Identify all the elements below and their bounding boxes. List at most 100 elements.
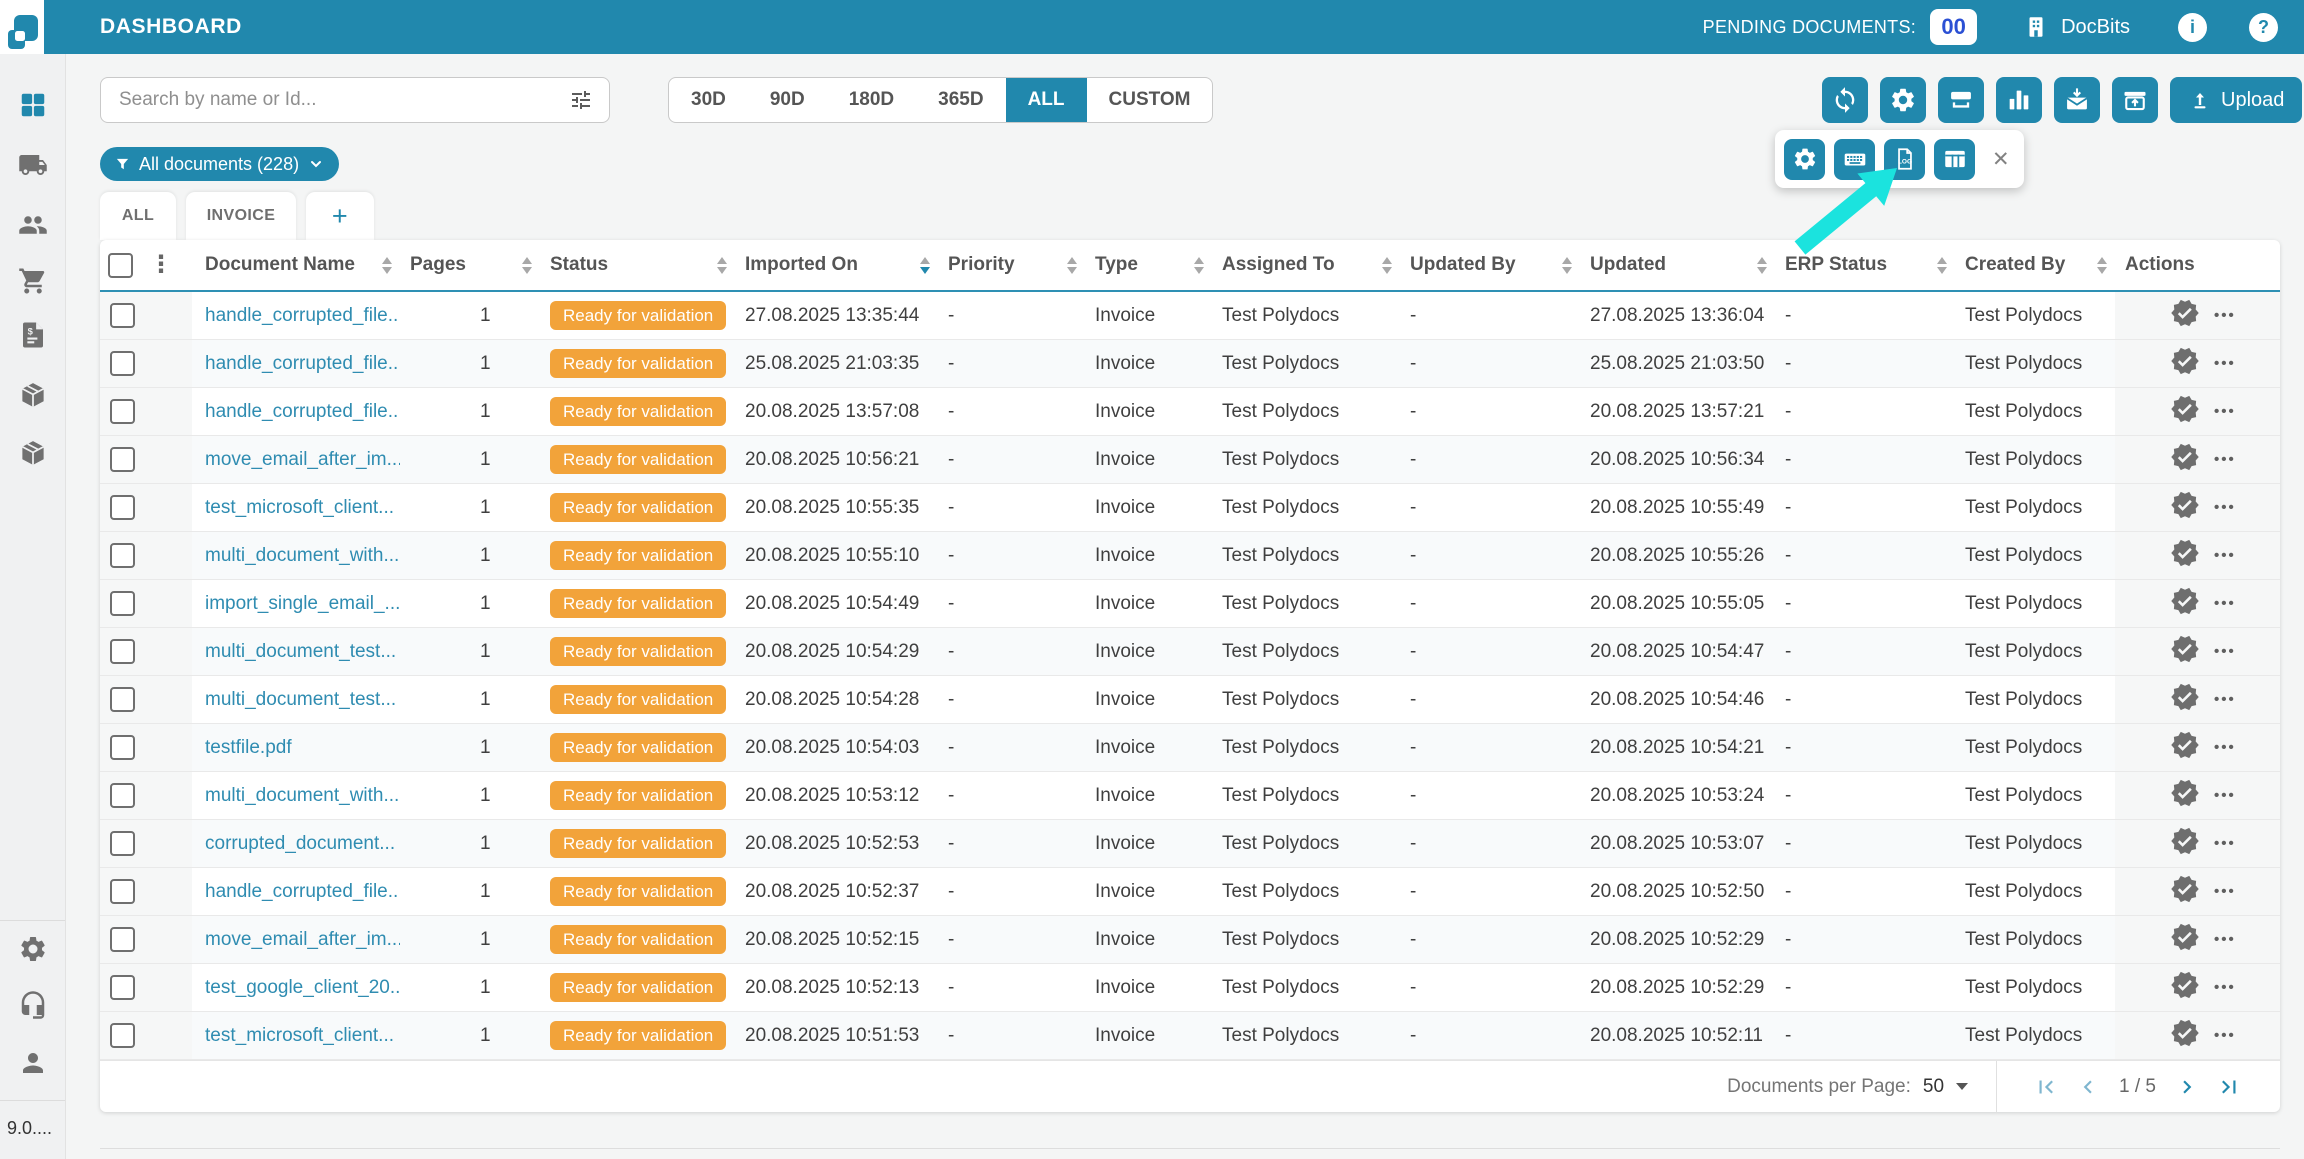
- range-180d[interactable]: 180D: [827, 78, 916, 122]
- document-link[interactable]: multi_document_test...: [205, 689, 396, 711]
- filter-tune-icon[interactable]: [569, 88, 593, 112]
- sort-icon[interactable]: [2097, 257, 2107, 274]
- document-link[interactable]: handle_corrupted_file...: [205, 305, 400, 327]
- scanner-button[interactable]: [1938, 77, 1984, 123]
- sort-icon-desc-active[interactable]: [920, 257, 930, 274]
- row-actions-menu-icon[interactable]: •••: [2214, 403, 2236, 420]
- row-checkbox[interactable]: [110, 303, 135, 328]
- document-link[interactable]: multi_document_with...: [205, 545, 399, 567]
- sidebar-item-settings[interactable]: [16, 932, 50, 966]
- document-link[interactable]: handle_corrupted_file...: [205, 881, 400, 903]
- search-input[interactable]: [101, 89, 569, 111]
- last-page-button[interactable]: [2216, 1074, 2242, 1100]
- document-link[interactable]: multi_document_with...: [205, 785, 399, 807]
- sort-icon[interactable]: [1194, 257, 1204, 274]
- prev-page-button[interactable]: [2075, 1074, 2101, 1100]
- row-actions-menu-icon[interactable]: •••: [2214, 979, 2236, 996]
- range-custom[interactable]: CUSTOM: [1087, 78, 1213, 122]
- help-icon[interactable]: ?: [2249, 13, 2278, 42]
- sort-icon[interactable]: [1937, 257, 1947, 274]
- row-checkbox[interactable]: [110, 591, 135, 616]
- sort-icon[interactable]: [717, 257, 727, 274]
- row-actions-menu-icon[interactable]: •••: [2214, 547, 2236, 564]
- row-actions-menu-icon[interactable]: •••: [2214, 883, 2236, 900]
- col-type[interactable]: Type: [1085, 240, 1212, 290]
- info-icon[interactable]: i: [2178, 13, 2207, 42]
- col-updated[interactable]: Updated: [1580, 240, 1775, 290]
- row-checkbox[interactable]: [110, 639, 135, 664]
- verified-badge-icon[interactable]: [2170, 298, 2200, 334]
- per-page-value[interactable]: 50: [1923, 1076, 1944, 1098]
- upload-button[interactable]: Upload: [2170, 77, 2302, 123]
- sync-button[interactable]: [1822, 77, 1868, 123]
- col-status[interactable]: Status: [540, 240, 735, 290]
- sidebar-item-contacts[interactable]: [16, 208, 50, 242]
- row-checkbox[interactable]: [110, 735, 135, 760]
- verified-badge-icon[interactable]: [2170, 778, 2200, 814]
- popup-columns-button[interactable]: [1934, 139, 1975, 180]
- row-checkbox[interactable]: [110, 831, 135, 856]
- tab-all[interactable]: ALL: [100, 192, 176, 240]
- col-priority[interactable]: Priority: [938, 240, 1085, 290]
- row-checkbox[interactable]: [110, 975, 135, 1000]
- row-checkbox[interactable]: [110, 1023, 135, 1048]
- col-assigned-to[interactable]: Assigned To: [1212, 240, 1400, 290]
- document-link[interactable]: multi_document_test...: [205, 641, 396, 663]
- row-actions-menu-icon[interactable]: •••: [2214, 451, 2236, 468]
- sort-icon[interactable]: [522, 257, 532, 274]
- sidebar-item-invoices[interactable]: $: [16, 318, 50, 352]
- analytics-button[interactable]: [1996, 77, 2042, 123]
- sidebar-item-profile[interactable]: [16, 1046, 50, 1080]
- close-icon[interactable]: ✕: [1992, 149, 2010, 170]
- box-import-button[interactable]: [2112, 77, 2158, 123]
- document-link[interactable]: testfile.pdf: [205, 737, 292, 759]
- sidebar-item-purchasing[interactable]: [16, 264, 50, 298]
- sidebar-item-dashboard[interactable]: [16, 88, 50, 122]
- col-imported-on[interactable]: Imported On: [735, 240, 938, 290]
- row-actions-menu-icon[interactable]: •••: [2214, 307, 2236, 324]
- app-logo[interactable]: [8, 15, 40, 61]
- col-pages[interactable]: Pages: [400, 240, 540, 290]
- document-link[interactable]: move_email_after_im...: [205, 449, 400, 471]
- mail-import-button[interactable]: [2054, 77, 2100, 123]
- sidebar-item-packages-1[interactable]: [16, 378, 50, 412]
- row-actions-menu-icon[interactable]: •••: [2214, 835, 2236, 852]
- verified-badge-icon[interactable]: [2170, 346, 2200, 382]
- verified-badge-icon[interactable]: [2170, 970, 2200, 1006]
- row-actions-menu-icon[interactable]: •••: [2214, 355, 2236, 372]
- verified-badge-icon[interactable]: [2170, 586, 2200, 622]
- popup-keyboard-button[interactable]: [1834, 139, 1875, 180]
- col-document-name[interactable]: Document Name: [192, 240, 400, 290]
- first-page-button[interactable]: [2033, 1074, 2059, 1100]
- document-link[interactable]: corrupted_document...: [205, 833, 395, 855]
- sort-icon[interactable]: [1067, 257, 1077, 274]
- per-page-caret-icon[interactable]: [1956, 1083, 1968, 1090]
- row-actions-menu-icon[interactable]: •••: [2214, 691, 2236, 708]
- verified-badge-icon[interactable]: [2170, 394, 2200, 430]
- row-actions-menu-icon[interactable]: •••: [2214, 595, 2236, 612]
- range-90d[interactable]: 90D: [748, 78, 827, 122]
- tab-invoice[interactable]: INVOICE: [186, 192, 296, 240]
- document-link[interactable]: handle_corrupted_file...: [205, 401, 400, 423]
- row-checkbox[interactable]: [110, 399, 135, 424]
- next-page-button[interactable]: [2174, 1074, 2200, 1100]
- row-checkbox[interactable]: [110, 687, 135, 712]
- document-link[interactable]: import_single_email_...: [205, 593, 400, 615]
- row-actions-menu-icon[interactable]: •••: [2214, 739, 2236, 756]
- sort-icon[interactable]: [1562, 257, 1572, 274]
- sort-icon[interactable]: [1382, 257, 1392, 274]
- verified-badge-icon[interactable]: [2170, 634, 2200, 670]
- col-created-by[interactable]: Created By: [1955, 240, 2115, 290]
- verified-badge-icon[interactable]: [2170, 826, 2200, 862]
- sort-icon[interactable]: [1757, 257, 1767, 274]
- verified-badge-icon[interactable]: [2170, 442, 2200, 478]
- building-icon[interactable]: [2023, 14, 2049, 40]
- verified-badge-icon[interactable]: [2170, 490, 2200, 526]
- row-actions-menu-icon[interactable]: •••: [2214, 499, 2236, 516]
- row-checkbox[interactable]: [110, 351, 135, 376]
- row-checkbox[interactable]: [110, 879, 135, 904]
- add-tab-button[interactable]: +: [306, 192, 374, 240]
- all-documents-filter-pill[interactable]: All documents (228): [100, 147, 339, 181]
- verified-badge-icon[interactable]: [2170, 538, 2200, 574]
- col-erp-status[interactable]: ERP Status: [1775, 240, 1955, 290]
